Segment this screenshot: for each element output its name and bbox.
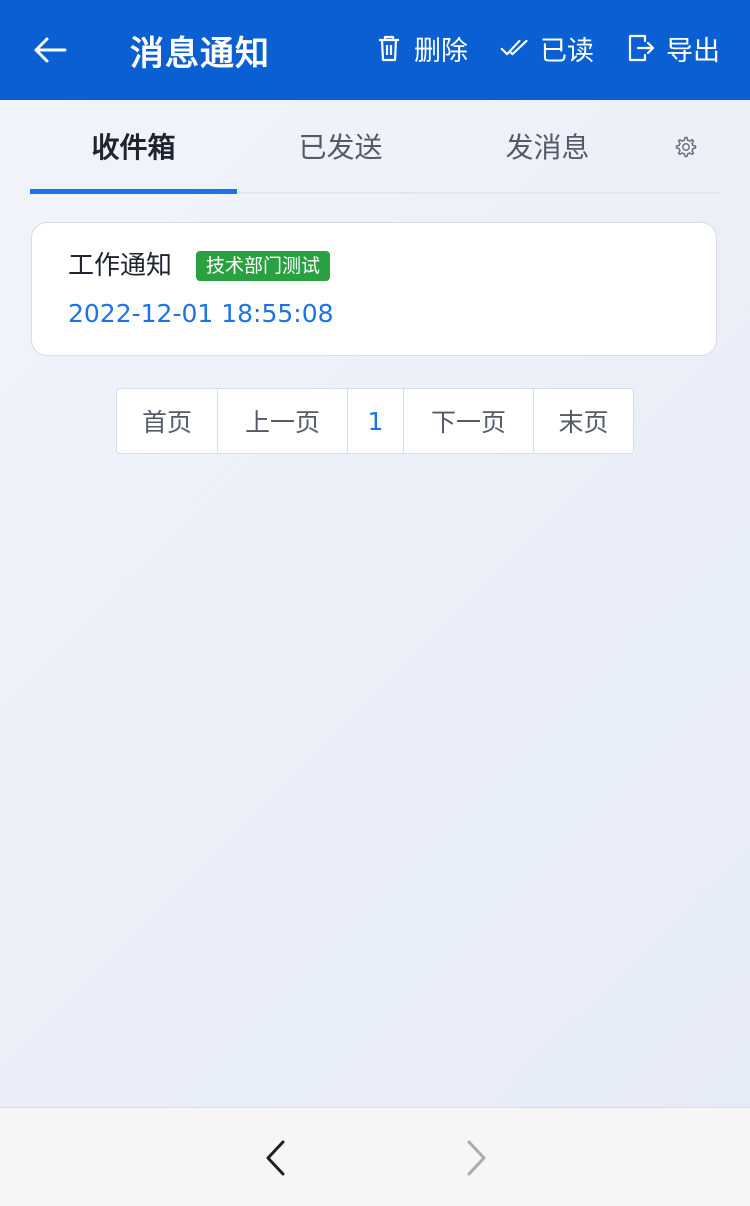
app-header: 消息通知 删除 已读 导出 (0, 0, 750, 100)
message-card[interactable]: 工作通知 技术部门测试 2022-12-01 18:55:08 (31, 222, 717, 356)
message-title: 工作通知 (68, 251, 173, 281)
export-icon (626, 33, 656, 63)
tab-bar: 收件箱 已发送 发消息 (30, 100, 720, 194)
read-label: 已读 (540, 35, 594, 67)
nav-back-button[interactable] (258, 1136, 292, 1180)
arrow-left-icon (34, 37, 67, 63)
message-time: 2022-12-01 18:55:08 (68, 299, 334, 328)
active-tab-indicator (30, 189, 237, 194)
export-button[interactable]: 导出 (626, 26, 720, 70)
delete-button[interactable]: 删除 (374, 26, 468, 70)
department-badge: 技术部门测试 (196, 251, 331, 281)
back-button[interactable] (28, 28, 72, 72)
tab-sent[interactable]: 已发送 (237, 100, 444, 192)
chevron-right-icon (467, 1140, 486, 1176)
first-page-button[interactable]: 首页 (117, 389, 217, 453)
prev-page-button[interactable]: 上一页 (217, 389, 347, 453)
next-page-button[interactable]: 下一页 (403, 389, 533, 453)
export-label: 导出 (666, 35, 720, 67)
settings-button[interactable] (670, 132, 700, 162)
browser-bottom-bar (0, 1107, 750, 1206)
mark-read-button[interactable]: 已读 (500, 26, 594, 70)
tab-inbox[interactable]: 收件箱 (30, 100, 237, 192)
nav-forward-button[interactable] (460, 1136, 494, 1180)
last-page-button[interactable]: 末页 (533, 389, 633, 453)
chevron-left-icon (266, 1140, 285, 1176)
current-page[interactable]: 1 (347, 389, 403, 453)
pagination: 首页 上一页 1 下一页 末页 (116, 388, 634, 454)
double-check-icon (500, 33, 530, 63)
tab-compose[interactable]: 发消息 (444, 100, 651, 192)
gear-icon (675, 136, 697, 158)
delete-label: 删除 (414, 35, 468, 67)
trash-icon (374, 33, 404, 63)
page-title: 消息通知 (130, 34, 270, 74)
